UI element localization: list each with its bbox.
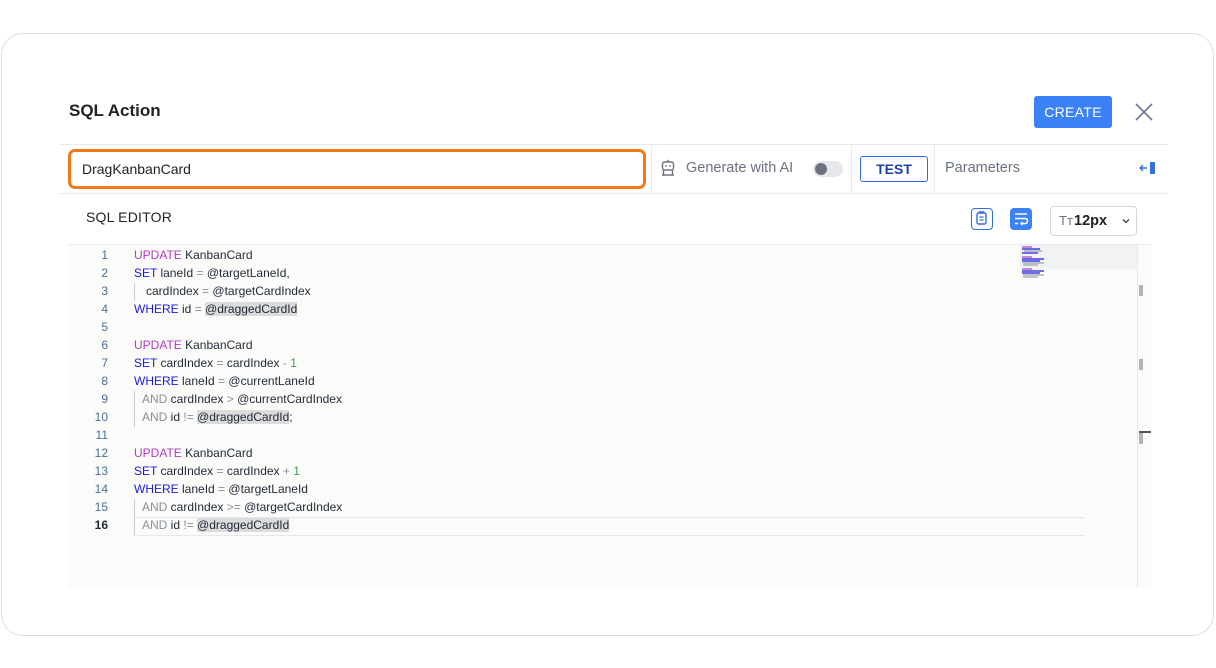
sql-code-editor[interactable]: 1 2 3 4 5 6 7 8 9 10 11 12 13 14 15 16 U… — [68, 244, 1151, 589]
create-button[interactable]: CREATE — [1034, 96, 1112, 128]
code-line: UPDATE KanbanCard — [134, 338, 253, 352]
line-number: 4 — [101, 302, 108, 316]
code-line: WHERE id = @draggedCardId — [134, 302, 298, 316]
line-number: 13 — [94, 464, 108, 478]
chevron-down-icon — [1122, 219, 1130, 224]
code-line: WHERE laneId = @currentLaneId — [134, 374, 315, 388]
test-button[interactable]: TEST — [860, 156, 928, 182]
indent-guide — [134, 391, 135, 427]
toolbar-divider — [651, 144, 652, 194]
close-icon[interactable] — [1133, 101, 1155, 123]
dialog-title: SQL Action — [69, 101, 161, 120]
toolbar-divider — [851, 144, 852, 194]
line-number: 3 — [101, 284, 108, 298]
code-minimap[interactable] — [1020, 245, 1140, 285]
line-number: 6 — [101, 338, 108, 352]
code-line: UPDATE KanbanCard — [134, 446, 253, 460]
line-number: 8 — [101, 374, 108, 388]
scrollbar-marker — [1139, 285, 1143, 296]
scrollbar-marker — [1139, 433, 1143, 444]
code-line: SET cardIndex = cardIndex + 1 — [134, 464, 300, 478]
code-line: AND cardIndex > @currentCardIndex — [142, 392, 342, 406]
line-number: 10 — [94, 410, 108, 424]
sql-editor-label: SQL EDITOR — [86, 209, 173, 225]
line-number: 7 — [101, 356, 108, 370]
vertical-scrollbar[interactable] — [1137, 245, 1138, 589]
line-number-active: 16 — [94, 518, 108, 532]
line-number: 14 — [94, 482, 108, 496]
indent-guide — [134, 283, 135, 301]
code-line: AND id != @draggedCardId — [142, 518, 290, 532]
action-name-input[interactable] — [71, 152, 643, 186]
scrollbar-marker — [1139, 359, 1143, 370]
copy-icon[interactable] — [971, 208, 993, 230]
line-number: 2 — [101, 266, 108, 280]
action-name-field[interactable] — [68, 149, 646, 189]
line-number: 11 — [95, 428, 108, 442]
text-size-icon: Tт — [1059, 213, 1073, 228]
code-line: SET laneId = @targetLaneId, — [134, 266, 290, 280]
word-wrap-icon[interactable] — [1010, 208, 1032, 230]
font-size-value: 12px — [1074, 213, 1108, 229]
line-number: 12 — [94, 446, 108, 460]
generate-ai-label: Generate with AI — [686, 160, 794, 176]
font-size-select[interactable]: Tт 12px — [1050, 206, 1137, 236]
line-number: 5 — [101, 320, 108, 334]
line-number: 15 — [94, 500, 108, 514]
panel-collapse-icon[interactable] — [1139, 161, 1157, 175]
code-line: AND cardIndex >= @targetCardIndex — [142, 500, 343, 514]
line-number: 1 — [101, 248, 108, 262]
toggle-knob — [815, 163, 827, 175]
code-line: SET cardIndex = cardIndex - 1 — [134, 356, 297, 370]
code-line: cardIndex = @targetCardIndex — [146, 284, 311, 298]
toolbar-divider — [934, 144, 935, 194]
generate-ai-toggle[interactable] — [813, 161, 843, 177]
code-line: UPDATE KanbanCard — [134, 248, 253, 262]
indent-guide — [134, 499, 135, 535]
line-number: 9 — [101, 392, 108, 406]
parameters-tab[interactable]: Parameters — [945, 160, 1020, 176]
code-line: WHERE laneId = @targetLaneId — [134, 482, 308, 496]
robot-icon — [660, 159, 676, 177]
code-line: AND id != @draggedCardId; — [142, 410, 293, 424]
